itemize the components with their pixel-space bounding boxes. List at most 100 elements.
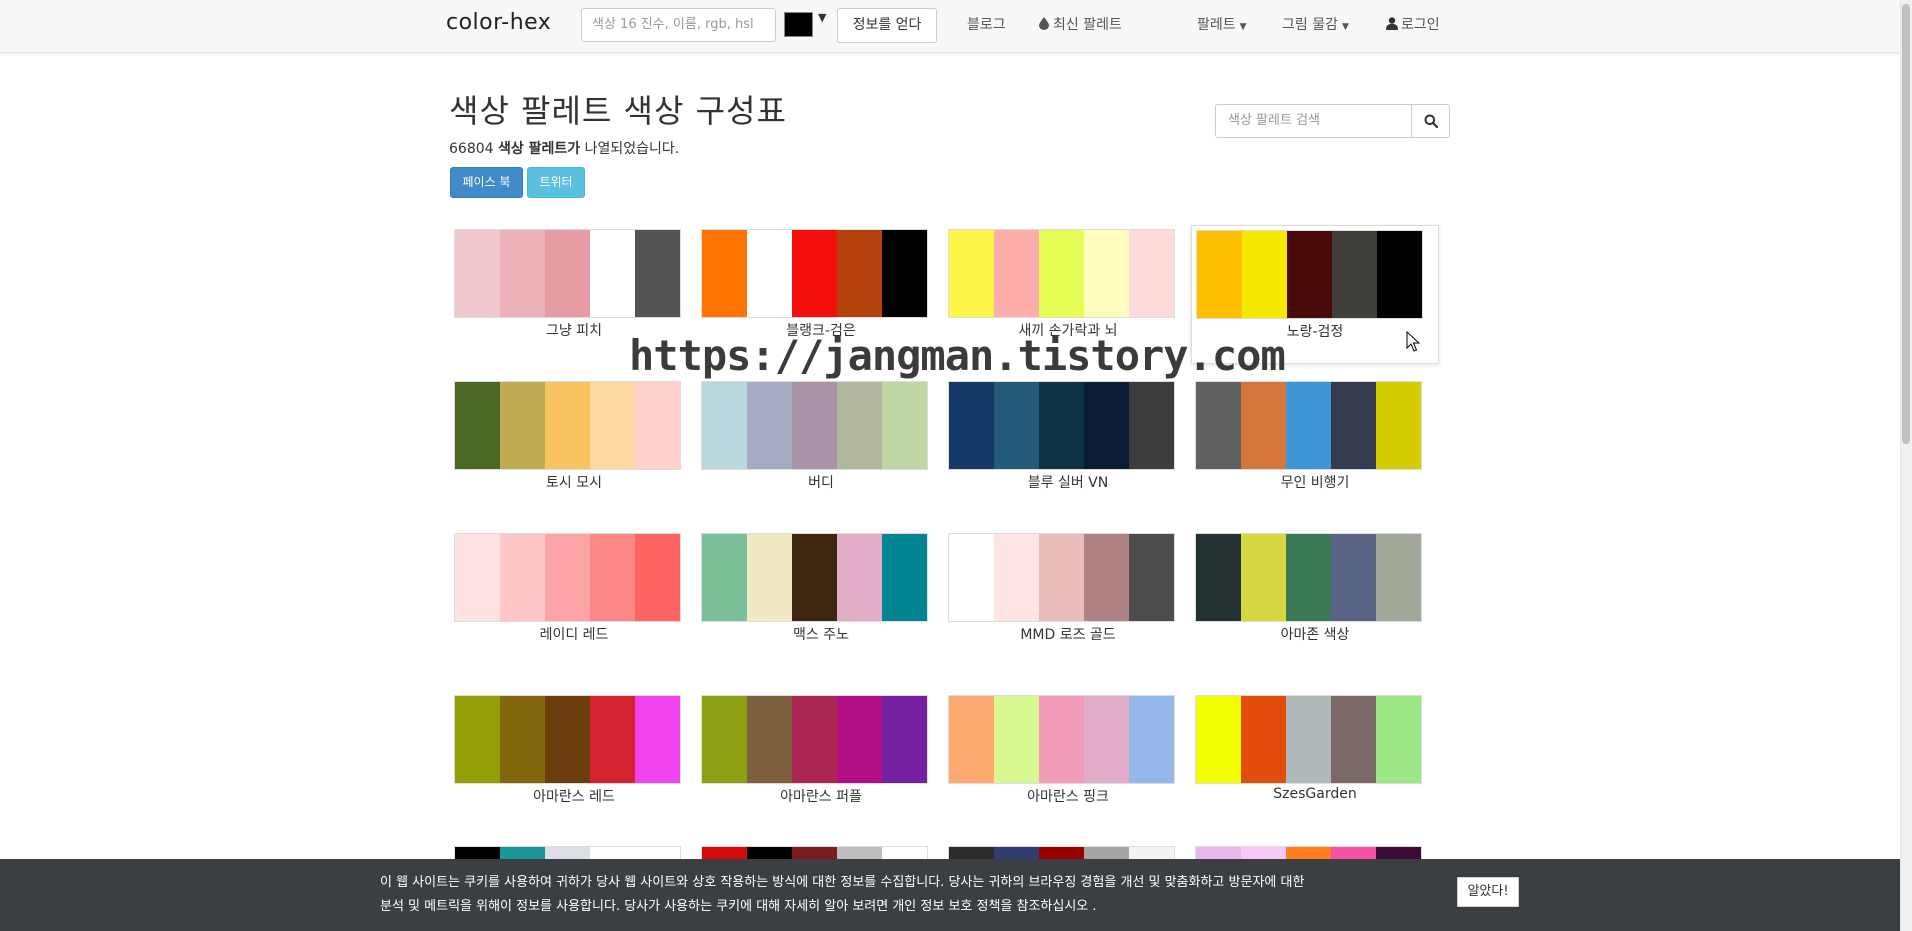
- color-swatch[interactable]: [1129, 534, 1174, 621]
- palette-name[interactable]: 버디: [697, 472, 945, 492]
- palette-card[interactable]: 아마란스 레드: [450, 691, 698, 821]
- palette-card[interactable]: SzesGarden: [1191, 691, 1439, 821]
- color-swatch[interactable]: [792, 696, 837, 783]
- chevron-down-icon[interactable]: ▼: [818, 11, 826, 24]
- color-swatch[interactable]: [545, 382, 590, 469]
- color-swatch[interactable]: [545, 696, 590, 783]
- palette-name[interactable]: 블루 실버 VN: [944, 472, 1192, 492]
- palette-card[interactable]: 블루 실버 VN: [944, 377, 1192, 507]
- color-swatch[interactable]: [994, 534, 1039, 621]
- color-swatch[interactable]: [1084, 230, 1129, 317]
- color-swatch[interactable]: [1286, 534, 1331, 621]
- color-swatch[interactable]: [455, 534, 500, 621]
- color-swatch[interactable]: [882, 534, 927, 621]
- nav-latest-palette-link[interactable]: 최신 팔레트: [1039, 14, 1122, 34]
- palette-card[interactable]: MMD 로즈 골드: [944, 529, 1192, 659]
- palette-swatches[interactable]: [701, 695, 928, 784]
- palette-name[interactable]: SzesGarden: [1191, 786, 1439, 802]
- palette-card[interactable]: 아마란스 퍼플: [697, 691, 945, 821]
- color-swatch[interactable]: [837, 534, 882, 621]
- color-swatch[interactable]: [1039, 696, 1084, 783]
- scrollbar-thumb[interactable]: [1902, 4, 1910, 444]
- color-swatch[interactable]: [1331, 696, 1376, 783]
- palette-name[interactable]: 토시 모시: [450, 472, 698, 492]
- color-swatch[interactable]: [837, 696, 882, 783]
- palette-swatches[interactable]: [948, 381, 1175, 470]
- brand-logo[interactable]: color-hex: [446, 10, 551, 35]
- color-swatch[interactable]: [455, 230, 500, 317]
- palette-card[interactable]: 무인 비행기: [1191, 377, 1439, 507]
- color-swatch[interactable]: [994, 382, 1039, 469]
- color-swatch[interactable]: [500, 696, 545, 783]
- nav-login-link[interactable]: 로그인: [1386, 14, 1440, 34]
- palette-swatches[interactable]: [948, 533, 1175, 622]
- color-swatch[interactable]: [1332, 231, 1377, 318]
- cookie-accept-button[interactable]: 알았다!: [1457, 877, 1519, 907]
- palette-name[interactable]: 레이디 레드: [450, 624, 698, 644]
- color-swatch[interactable]: [1376, 696, 1421, 783]
- color-swatch[interactable]: [1287, 231, 1332, 318]
- palette-name[interactable]: 무인 비행기: [1191, 472, 1439, 492]
- palette-name[interactable]: MMD 로즈 골드: [944, 624, 1192, 644]
- palette-swatches[interactable]: [1195, 381, 1422, 470]
- color-swatch[interactable]: [1197, 231, 1242, 318]
- color-swatch[interactable]: [837, 382, 882, 469]
- palette-swatches[interactable]: [1195, 695, 1422, 784]
- color-swatch[interactable]: [882, 696, 927, 783]
- get-info-button[interactable]: 정보를 얻다: [837, 8, 937, 43]
- color-swatch[interactable]: [949, 382, 994, 469]
- color-swatch[interactable]: [545, 534, 590, 621]
- color-swatch[interactable]: [1084, 696, 1129, 783]
- color-swatch[interactable]: [545, 230, 590, 317]
- color-swatch[interactable]: [1376, 382, 1421, 469]
- color-swatch[interactable]: [792, 382, 837, 469]
- color-swatch[interactable]: [747, 696, 792, 783]
- color-swatch[interactable]: [1376, 534, 1421, 621]
- page-scrollbar[interactable]: [1900, 0, 1912, 931]
- palette-card[interactable]: 레이디 레드: [450, 529, 698, 659]
- palette-name[interactable]: 아마란스 핑크: [944, 786, 1192, 806]
- color-swatch[interactable]: [590, 230, 635, 317]
- color-swatch[interactable]: [1241, 534, 1286, 621]
- color-swatch[interactable]: [1129, 696, 1174, 783]
- color-swatch[interactable]: [1331, 534, 1376, 621]
- color-swatch[interactable]: [702, 534, 747, 621]
- palette-swatches[interactable]: [454, 695, 681, 784]
- color-swatch[interactable]: [792, 230, 837, 317]
- color-swatch[interactable]: [1129, 382, 1174, 469]
- color-swatch[interactable]: [590, 534, 635, 621]
- color-swatch[interactable]: [455, 382, 500, 469]
- color-swatch[interactable]: [994, 230, 1039, 317]
- color-swatch[interactable]: [635, 534, 680, 621]
- color-swatch[interactable]: [747, 230, 792, 317]
- color-swatch[interactable]: [1039, 382, 1084, 469]
- palette-swatches[interactable]: [454, 229, 681, 318]
- palette-swatches[interactable]: [454, 381, 681, 470]
- color-swatch[interactable]: [1196, 696, 1241, 783]
- color-search-input[interactable]: 색상 16 진수, 이름, rgb, hsl: [581, 8, 776, 42]
- palette-name[interactable]: 아마란스 퍼플: [697, 786, 945, 806]
- color-swatch[interactable]: [500, 230, 545, 317]
- color-swatch[interactable]: [1286, 382, 1331, 469]
- nav-palette-dropdown[interactable]: 팔레트 ▼: [1197, 14, 1247, 34]
- palette-swatches[interactable]: [701, 533, 928, 622]
- color-swatch[interactable]: [702, 696, 747, 783]
- color-swatch[interactable]: [882, 382, 927, 469]
- palette-card[interactable]: 버디: [697, 377, 945, 507]
- color-swatch[interactable]: [500, 534, 545, 621]
- palette-swatches[interactable]: [701, 381, 928, 470]
- color-swatch[interactable]: [1241, 382, 1286, 469]
- palette-card[interactable]: 토시 모시: [450, 377, 698, 507]
- color-swatch[interactable]: [590, 382, 635, 469]
- palette-search-button[interactable]: [1411, 104, 1450, 138]
- color-swatch[interactable]: [837, 230, 882, 317]
- palette-swatches[interactable]: [454, 533, 681, 622]
- twitter-share-button[interactable]: 트위터: [527, 167, 585, 198]
- color-swatch[interactable]: [1039, 534, 1084, 621]
- color-swatch[interactable]: [1129, 230, 1174, 317]
- palette-card[interactable]: 아마란스 핑크: [944, 691, 1192, 821]
- nav-blog-link[interactable]: 블로그: [967, 14, 1006, 34]
- color-swatch[interactable]: [949, 534, 994, 621]
- palette-swatches[interactable]: [1196, 230, 1423, 319]
- color-swatch[interactable]: [635, 696, 680, 783]
